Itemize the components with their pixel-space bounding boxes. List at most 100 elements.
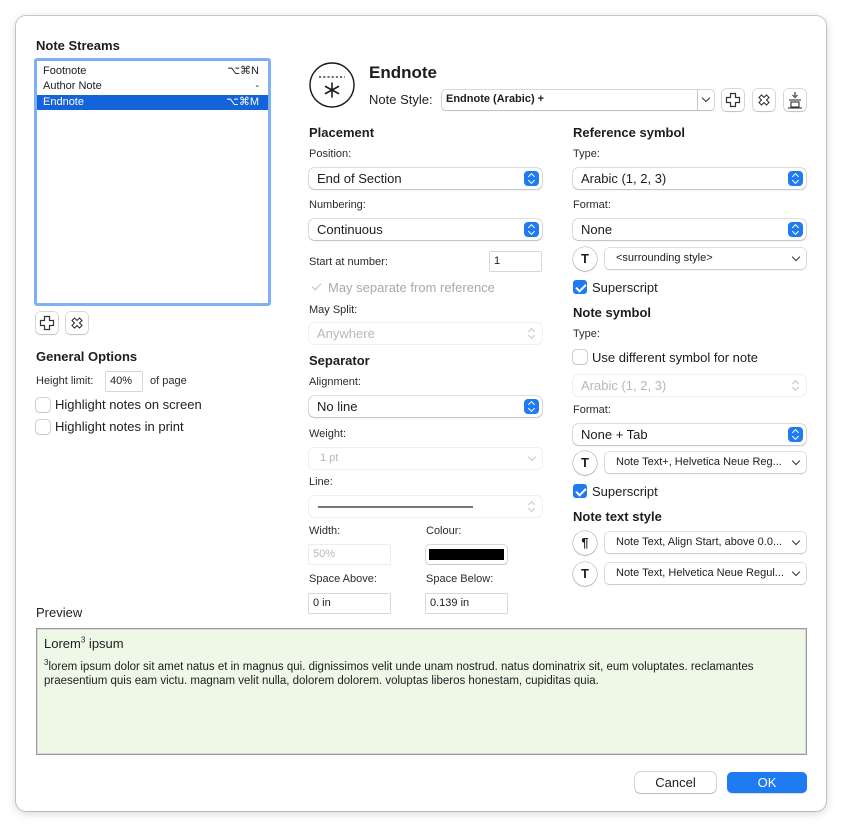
space-below-field[interactable]: 0.139 in: [426, 594, 507, 613]
highlight-print-checkbox[interactable]: [36, 420, 50, 434]
height-limit-label: Height limit:: [36, 375, 94, 387]
note-text-style-title: Note text style: [573, 509, 662, 524]
ref-superscript-checkbox[interactable]: [573, 280, 587, 294]
updown-arrows-icon: [524, 326, 539, 341]
list-item-shortcut: -: [255, 80, 259, 92]
note-format-select[interactable]: None + Tab: [573, 424, 806, 445]
start-at-label: Start at number:: [309, 256, 388, 268]
start-at-field[interactable]: 1: [490, 252, 541, 271]
note-style-label: Note Style:: [369, 92, 433, 107]
ref-format-label: Format:: [573, 199, 611, 211]
space-below-label: Space Below:: [426, 573, 494, 585]
preview-note: 3lorem ipsum dolor sit amet natus et in …: [44, 659, 796, 688]
width-label: Width:: [309, 525, 341, 537]
preview-pane: Lorem3 ipsum 3lorem ipsum dolor sit amet…: [36, 628, 807, 755]
line-select[interactable]: [309, 496, 542, 517]
updown-arrows-icon: [788, 222, 803, 237]
updown-arrows-icon: [788, 171, 803, 186]
note-streams-dialog: Note Streams Footnote ⌥⌘N Author Note - …: [16, 16, 826, 811]
updown-arrows-icon: [524, 499, 539, 514]
ref-format-select[interactable]: None: [573, 219, 806, 240]
remove-icon: [758, 94, 770, 106]
remove-note-style-button[interactable]: [753, 89, 775, 111]
reference-symbol-title: Reference symbol: [573, 125, 685, 140]
remove-icon: [71, 317, 83, 329]
plus-icon: [39, 315, 55, 331]
ref-style-select[interactable]: <surrounding style>: [605, 248, 806, 269]
note-symbol-style-value: Note Text+, Helvetica Neue Reg...: [616, 456, 782, 468]
list-item-label: Footnote: [43, 65, 87, 77]
ref-style-value: <surrounding style>: [616, 252, 713, 264]
position-select[interactable]: End of Section: [309, 168, 542, 189]
note-superscript-checkbox[interactable]: [573, 484, 587, 498]
weight-select[interactable]: 1 pt: [309, 448, 542, 469]
character-style-button[interactable]: T: [573, 451, 597, 475]
character-style-button[interactable]: T: [573, 247, 597, 271]
colour-well[interactable]: [426, 545, 507, 564]
list-item[interactable]: Footnote ⌥⌘N: [37, 64, 268, 79]
paragraph-style-select[interactable]: Note Text, Align Start, above 0.0...: [605, 532, 806, 553]
height-limit-suffix: of page: [150, 375, 187, 387]
add-note-style-button[interactable]: [722, 89, 744, 111]
may-separate-checkbox[interactable]: [309, 280, 323, 294]
alignment-value: No line: [317, 399, 358, 414]
updown-arrows-icon: [524, 399, 539, 414]
numbering-select[interactable]: Continuous: [309, 219, 542, 240]
note-symbol-title: Note symbol: [573, 305, 652, 320]
note-type-value: Arabic (1, 2, 3): [581, 378, 667, 393]
cancel-button[interactable]: Cancel: [635, 772, 716, 793]
note-style-combo[interactable]: Endnote (Arabic) +: [442, 90, 714, 110]
note-format-value: None + Tab: [581, 427, 648, 442]
note-format-label: Format:: [573, 404, 611, 416]
insert-icon: [788, 92, 802, 109]
may-split-select[interactable]: Anywhere: [309, 323, 542, 344]
remove-stream-button[interactable]: [66, 312, 88, 334]
note-superscript-label: Superscript: [592, 484, 658, 499]
chevron-down-icon: [791, 456, 801, 466]
list-item-shortcut: ⌥⌘N: [227, 65, 259, 77]
ok-button[interactable]: OK: [727, 772, 807, 793]
paragraph-style-button[interactable]: ¶: [573, 531, 597, 555]
endnote-icon: [308, 61, 356, 109]
colour-label: Colour:: [426, 525, 462, 537]
chevron-down-icon: [527, 452, 537, 462]
note-streams-list[interactable]: Footnote ⌥⌘N Author Note - Endnote ⌥⌘M: [34, 58, 271, 306]
chevron-down-icon: [791, 252, 801, 262]
add-stream-button[interactable]: [36, 312, 58, 334]
preview-heading-after: ipsum: [85, 636, 124, 651]
paragraph-style-value: Note Text, Align Start, above 0.0...: [616, 536, 783, 548]
may-split-value: Anywhere: [317, 326, 375, 341]
note-type-select[interactable]: Arabic (1, 2, 3): [573, 375, 806, 396]
chevron-down-icon: [701, 93, 711, 103]
character-style-button[interactable]: T: [573, 562, 597, 586]
separator-title: Separator: [309, 353, 370, 368]
space-above-field[interactable]: 0 in: [309, 594, 390, 613]
use-different-checkbox[interactable]: [573, 350, 587, 364]
ref-superscript-label: Superscript: [592, 280, 658, 295]
highlight-screen-checkbox[interactable]: [36, 398, 50, 412]
line-label: Line:: [309, 476, 333, 488]
list-item-label: Author Note: [43, 80, 102, 92]
height-limit-field[interactable]: 40%: [106, 372, 142, 391]
stream-name-title: Endnote: [369, 63, 437, 82]
note-style-select[interactable]: Note Text+, Helvetica Neue Reg...: [605, 452, 806, 473]
may-split-label: May Split:: [309, 304, 358, 316]
chevron-down-icon: [791, 567, 801, 577]
preview-heading-text: Lorem: [44, 636, 81, 651]
updown-arrows-icon: [524, 222, 539, 237]
character-style-icon: T: [581, 251, 589, 266]
list-item[interactable]: Author Note -: [37, 79, 268, 94]
highlight-screen-label: Highlight notes on screen: [55, 397, 202, 412]
alignment-select[interactable]: No line: [309, 396, 542, 417]
width-field[interactable]: 50%: [309, 545, 390, 564]
note-style-dropdown-button[interactable]: [697, 90, 714, 110]
general-options-title: General Options: [36, 349, 138, 364]
list-item-selected[interactable]: Endnote ⌥⌘M: [37, 95, 268, 110]
preview-title: Preview: [36, 605, 83, 620]
ref-type-value: Arabic (1, 2, 3): [581, 171, 667, 186]
ref-type-select[interactable]: Arabic (1, 2, 3): [573, 168, 806, 189]
insert-style-button[interactable]: [784, 89, 806, 111]
character-style-select[interactable]: Note Text, Helvetica Neue Regul...: [605, 563, 806, 584]
use-different-label: Use different symbol for note: [592, 350, 758, 365]
updown-arrows-icon: [788, 427, 803, 442]
